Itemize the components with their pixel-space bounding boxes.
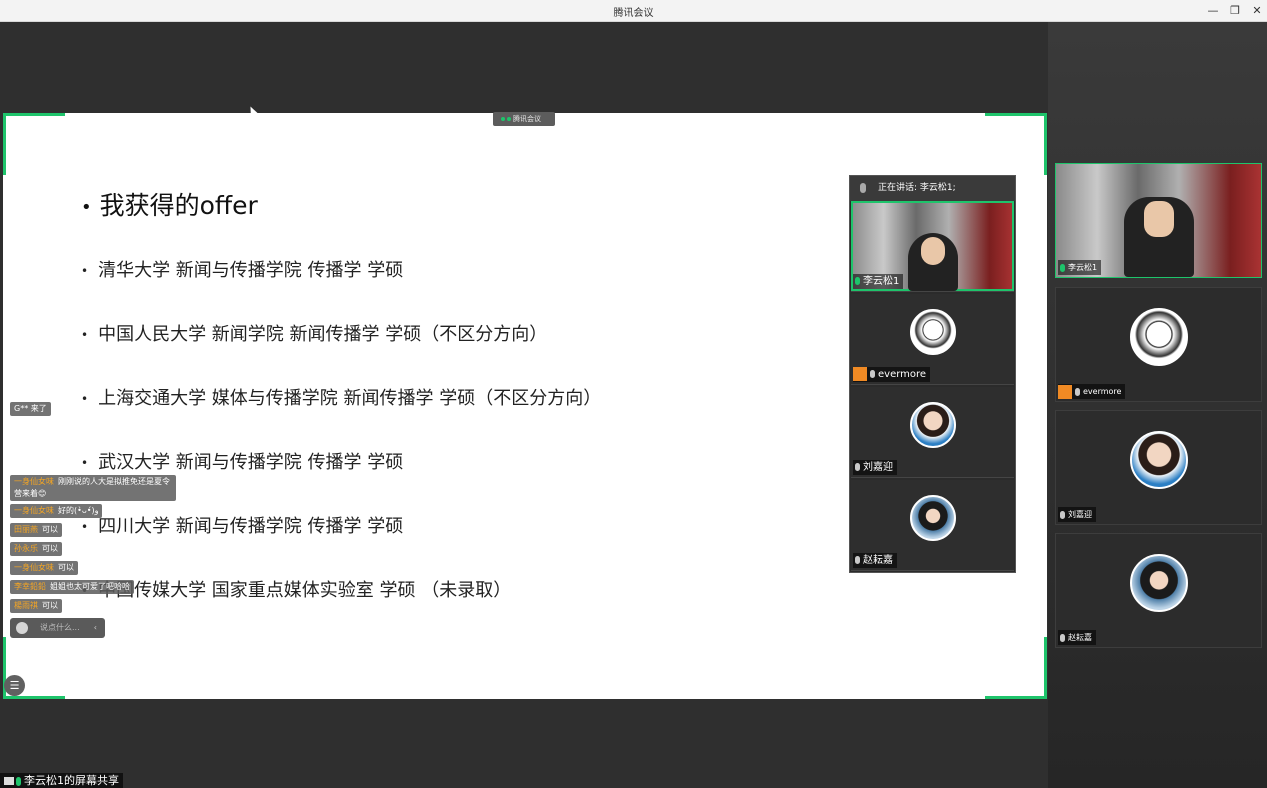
- avatar: [909, 495, 956, 541]
- slide-list-item: •中国传媒大学 国家重点媒体实验室 学硕 （未录取）: [81, 576, 511, 602]
- chat-input[interactable]: 说点什么... ‹: [10, 618, 105, 638]
- speaking-indicator: 正在讲话: 李云松1;: [850, 176, 1015, 201]
- participant-name-tag: 赵耘嘉: [1058, 630, 1096, 645]
- slide-list-item: • 四川大学 新闻与传播学院 传播学 学硕: [81, 516, 404, 537]
- chat-message: 一身仙女味 好的(•̀ᴗ•́)و: [10, 504, 103, 518]
- participant-name-tag: 李云松1: [853, 274, 904, 289]
- mic-off-icon: [1060, 510, 1065, 519]
- share-source-label: 腾讯会议: [513, 115, 541, 123]
- participant-name-tag: 刘嘉迎: [853, 460, 897, 475]
- menu-icon[interactable]: ☰: [4, 675, 25, 696]
- right-video-panel: [1048, 22, 1267, 788]
- video-tile[interactable]: 刘嘉迎: [851, 387, 1014, 478]
- side-video-tile[interactable]: 李云松1: [1055, 163, 1262, 278]
- floating-video-list: 正在讲话: 李云松1; 李云松1 evermore 刘嘉迎 赵耘嘉: [849, 175, 1016, 573]
- avatar: [1129, 553, 1188, 612]
- emoji-icon[interactable]: [16, 622, 28, 634]
- share-frame-corner: [3, 113, 65, 175]
- mic-icon: [860, 183, 866, 193]
- video-tile[interactable]: evermore: [851, 294, 1014, 385]
- side-video-tile[interactable]: evermore: [1055, 287, 1262, 402]
- participant-name-tag: 李云松1: [1058, 260, 1102, 275]
- slide-list-item: • 清华大学 新闻与传播学院 传播学 学硕: [81, 260, 404, 281]
- slide-list-item: • 中国人民大学 新闻学院 新闻传播学 学硕（不区分方向）: [81, 324, 548, 345]
- avatar: [909, 402, 956, 448]
- slide-item-text: 四川大学 新闻与传播学院 传播学 学硕: [98, 516, 404, 537]
- side-video-tile[interactable]: 赵耘嘉: [1055, 533, 1262, 648]
- video-tile[interactable]: 李云松1: [851, 201, 1014, 292]
- person-figure: [1123, 197, 1194, 277]
- share-source-tag[interactable]: 腾讯会议: [493, 112, 555, 126]
- participant-name-tag: evermore: [1058, 384, 1126, 399]
- chat-message: 田丽燕 可以: [10, 523, 62, 537]
- screen-share-icon: [4, 777, 14, 785]
- slide-item-text: 武汉大学 新闻与传播学院 传播学 学硕: [98, 452, 404, 473]
- slide-list-item: • 武汉大学 新闻与传播学院 传播学 学硕: [81, 452, 404, 473]
- slide-item-text: 中国传媒大学 国家重点媒体实验室 学硕 （未录取）: [98, 580, 512, 601]
- chat-message: 楊雨祺 可以: [10, 599, 62, 613]
- slide-item-text: 清华大学 新闻与传播学院 传播学 学硕: [98, 260, 404, 281]
- avatar: [1129, 430, 1188, 489]
- restore-icon[interactable]: ❐: [1225, 2, 1245, 20]
- mic-off-icon: [1075, 387, 1080, 396]
- close-icon[interactable]: ✕: [1247, 2, 1267, 20]
- participant-name-tag: evermore: [853, 367, 931, 382]
- share-frame-corner: [985, 637, 1047, 699]
- chat-message: 一身仙女味 刚刚说的人大是拟推免还是夏令营来着😊: [10, 475, 176, 501]
- person-figure: [907, 233, 958, 291]
- slide-list-item: • 上海交通大学 媒体与传播学院 新闻传播学 学硕（不区分方向）: [81, 388, 602, 409]
- mic-off-icon: [855, 463, 860, 471]
- slide-heading: • 我获得的offer: [81, 191, 258, 220]
- participant-name-tag: 刘嘉迎: [1058, 507, 1096, 522]
- person-icon: [1058, 384, 1072, 399]
- minimize-icon[interactable]: —: [1203, 2, 1223, 20]
- speaking-text: 正在讲话: 李云松1;: [878, 183, 956, 193]
- screen-share-label: 李云松1的屏幕共享: [0, 773, 123, 788]
- mic-on-icon: [16, 776, 21, 786]
- video-tile[interactable]: 赵耘嘉: [851, 480, 1014, 571]
- chevron-left-icon[interactable]: ‹: [94, 618, 97, 638]
- share-frame-corner: [985, 113, 1047, 175]
- join-notice: G** 来了: [10, 402, 51, 416]
- slide-heading-text: 我获得的offer: [99, 191, 258, 220]
- mic-off-icon: [870, 370, 875, 378]
- participant-name-tag: 赵耘嘉: [853, 553, 897, 568]
- person-icon: [853, 367, 867, 381]
- mic-on-icon: [855, 277, 860, 285]
- mic-on-icon: [1060, 263, 1065, 272]
- slide-item-text: 中国人民大学 新闻学院 新闻传播学 学硕（不区分方向）: [98, 324, 548, 345]
- chat-message: 一身仙女味 可以: [10, 561, 78, 575]
- avatar: [1129, 307, 1188, 366]
- chat-input-placeholder: 说点什么...: [40, 623, 80, 632]
- side-video-tile[interactable]: 刘嘉迎: [1055, 410, 1262, 525]
- avatar: [909, 309, 956, 355]
- mic-off-icon: [1060, 633, 1065, 642]
- title-bar: 腾讯会议 — ❐ ✕: [0, 0, 1267, 22]
- mic-off-icon: [855, 556, 860, 564]
- window-title: 腾讯会议: [613, 8, 654, 19]
- chat-message: 孙永乐 可以: [10, 542, 62, 556]
- chat-message: 李幸鉛鉛 姐姐也太可爱了吧哈哈: [10, 580, 134, 594]
- slide-item-text: 上海交通大学 媒体与传播学院 新闻传播学 学硕（不区分方向）: [98, 388, 602, 409]
